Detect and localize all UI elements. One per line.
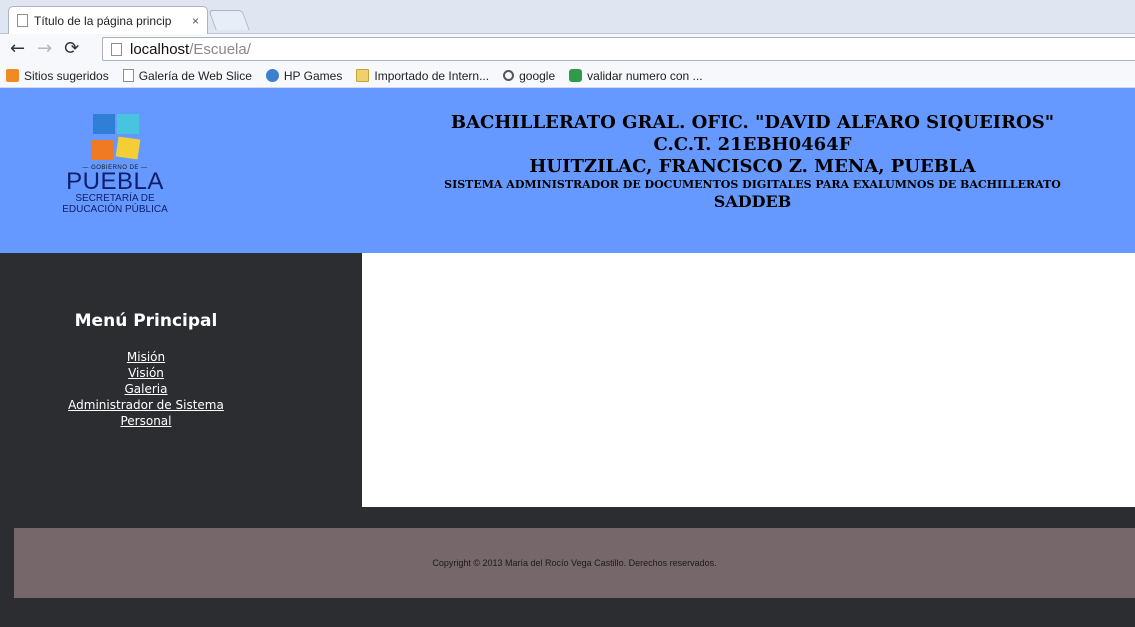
bookmark-label: Sitios sugeridos: [24, 68, 109, 83]
menu-link-galeria[interactable]: Galeria: [0, 381, 292, 397]
footer-band: Copyright © 2013 María del Rocío Vega Ca…: [14, 528, 1135, 598]
bookmark-label: HP Games: [283, 68, 343, 83]
forward-arrow-icon[interactable]: →: [37, 40, 52, 58]
tab-title: Título de la página princip: [34, 13, 172, 28]
validator-icon: [569, 69, 583, 82]
bookmark-hp-games[interactable]: HP Games: [265, 68, 343, 83]
logo-puebla: PUEBLA: [66, 168, 164, 195]
browser-toolbar: ← → ⟳ localhost /Escuela/: [0, 34, 1135, 64]
sidebar: Menú Principal Misión Visión Galeria Adm…: [0, 253, 362, 507]
menu-title: Menú Principal: [74, 311, 218, 331]
new-tab-button[interactable]: [208, 10, 250, 30]
address-bar[interactable]: localhost /Escuela/: [102, 37, 1135, 61]
page-header: — GOBIERNO DE — PUEBLA SECRETARÍA DE EDU…: [0, 88, 1135, 253]
menu-link-mision[interactable]: Misión: [0, 349, 292, 365]
back-arrow-icon[interactable]: ←: [10, 40, 25, 58]
system-acronym: SADDEB: [713, 192, 792, 211]
browser-tab[interactable]: Título de la página princip ×: [8, 6, 208, 34]
header-text: BACHILLERATO GRAL. OFIC. "DAVID ALFARO S…: [370, 112, 1135, 212]
menu-link-personal[interactable]: Personal: [0, 413, 292, 429]
main-content-area: [362, 253, 1135, 507]
menu-link-administrador[interactable]: Administrador de Sistema: [0, 397, 292, 413]
menu-links: Misión Visión Galeria Administrador de S…: [0, 349, 292, 429]
bookmark-validar-numero[interactable]: validar numero con ...: [569, 68, 703, 83]
school-cct: C.C.T. 21EBH0464F: [653, 134, 852, 155]
system-description: SISTEMA ADMINISTRADOR DE DOCUMENTOS DIGI…: [444, 178, 1061, 191]
page-icon: [122, 69, 134, 82]
reload-icon[interactable]: ⟳: [64, 40, 79, 58]
browser-tabstrip: Título de la página princip ×: [0, 0, 1135, 34]
bookmark-label: validar numero con ...: [587, 68, 703, 83]
puebla-logo: — GOBIERNO DE — PUEBLA SECRETARÍA DE EDU…: [50, 112, 180, 222]
bookmark-importado[interactable]: Importado de Intern...: [356, 69, 489, 83]
url-host: localhost: [130, 40, 190, 58]
bookmark-label: Importado de Intern...: [374, 68, 490, 83]
logo-sep-line2: EDUCACIÓN PÚBLICA: [62, 204, 168, 215]
folder-icon: [356, 69, 370, 82]
copyright-text: Copyright © 2013 María del Rocío Vega Ca…: [432, 558, 717, 568]
school-name: BACHILLERATO GRAL. OFIC. "DAVID ALFARO S…: [450, 112, 1055, 133]
menu-link-vision[interactable]: Visión: [0, 365, 292, 381]
bookmark-label: Galería de Web Slice: [138, 68, 252, 83]
search-icon: [503, 70, 515, 81]
bookmark-google[interactable]: google: [503, 69, 555, 83]
page-icon: [17, 14, 28, 27]
hp-games-icon: [265, 69, 279, 82]
bookmark-label: google: [519, 68, 556, 83]
page-icon: [111, 42, 122, 56]
tab-close-icon[interactable]: ×: [192, 14, 199, 28]
school-location: HUITZILAC, FRANCISCO Z. MENA, PUEBLA: [529, 156, 976, 177]
logo-blocks-icon: [85, 112, 145, 164]
bookmark-sitios-sugeridos[interactable]: Sitios sugeridos: [6, 69, 109, 83]
footer: Copyright © 2013 María del Rocío Vega Ca…: [0, 507, 1135, 627]
content-wrapper: Menú Principal Misión Visión Galeria Adm…: [0, 253, 1135, 507]
bookmark-galeria-web-slice[interactable]: Galería de Web Slice: [122, 68, 252, 83]
suggested-sites-icon: [6, 69, 19, 82]
url-path: /Escuela/: [189, 40, 251, 58]
bookmarks-bar: Sitios sugeridos Galería de Web Slice HP…: [0, 64, 1135, 88]
